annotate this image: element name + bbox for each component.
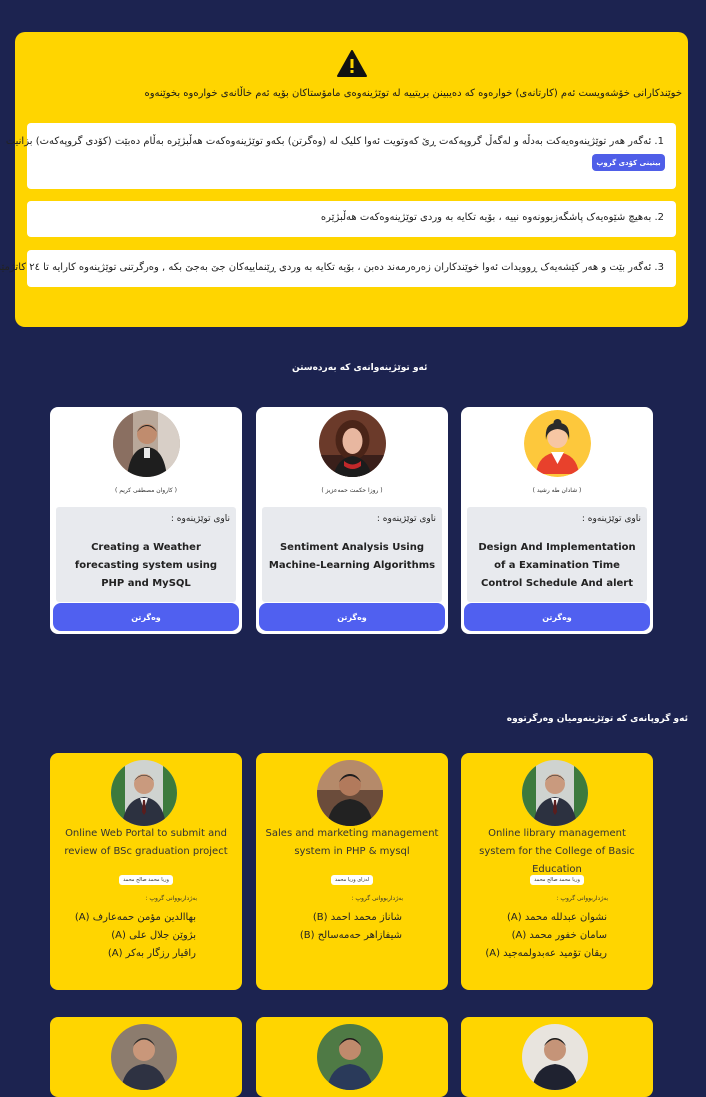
research-title: Online Web Portal to submit and review o… [64,828,228,857]
supervisor-badge: وريا محمد صالح محمد [50,866,242,885]
group-card [50,1017,242,1097]
research-label: ناوی توێژینەوە : [170,514,230,524]
members-label: بەژداربووانی گروپ : [556,895,608,902]
member-name: سامان خفور محمد (A) [511,930,607,941]
research-title: Sentiment Analysis Using Machine-Learnin… [268,542,436,571]
supervisor-name: وريا محمد صالح محمد [530,875,584,885]
group-card: Sales and marketing management system in… [256,753,448,990]
member-name: بژوێن جلال علی (A) [111,930,196,941]
research-card: ( شادان طه رشيد ) ناوی توێژینەوە : Desig… [461,407,653,634]
research-info: ناوی توێژینەوە : Creating a Weather fore… [56,507,236,602]
supervisor-name: ( روزا حكمت حمەعزيز ) [321,487,383,494]
avatar [317,1024,383,1090]
avatar [111,1024,177,1090]
member-name: راقيار رزگار بەکر (A) [107,948,196,959]
rule-3: 3. ئەگەر بێت و هەر کێشەیەک ڕوویدات ئەوا … [0,250,676,287]
avatar [111,760,177,826]
member-list: شاناز محمد احمد (B) شیفازاهر حەمەسالح (B… [300,909,402,945]
member-name: شاناز محمد احمد (B) [312,912,402,923]
research-title: Design And Implementation of a Examinati… [478,542,636,589]
group-card: Online library management system for the… [461,753,653,990]
available-section-title: ئەو توێژینەوانەی کە بەردەستن [292,363,428,373]
research-info: ناوی توێژینەوە : Sentiment Analysis Usin… [262,507,442,602]
group-card [461,1017,653,1097]
research-title: Sales and marketing management system in… [265,828,439,857]
member-name: بهاالدين مؤمن حمەعارف (A) [74,912,196,923]
research-info: ناوی توێژینەوە : Design And Implementati… [467,507,647,602]
member-name: نشوان عبدللە محمد (A) [507,912,607,923]
avatar [319,410,386,477]
supervisor-name: لەزای وريا محمد [330,875,374,885]
avatar [522,1024,588,1090]
member-name: ريقان تۆميد عەبدولمەجيد (A) [485,948,607,959]
research-title: Creating a Weather forecasting system us… [74,542,218,589]
research-label: ناوی توێژینەوە : [581,514,641,524]
take-research-button[interactable]: وەگرتن [464,603,650,631]
take-research-button[interactable]: وەگرتن [53,603,239,631]
supervisor-name: ( شادان طه رشيد ) [532,487,582,494]
notice-intro: خوێندکارانی خۆشەویست ئەم (کارتانەی) خوار… [144,88,682,99]
research-card: ( كاروان مصطفى كريم ) ناوی توێژینەوە : C… [50,407,242,634]
supervisor-badge: وريا محمد صالح محمد [461,866,653,885]
rule-2-text: 2. بەهیچ شێوەیەک پاشگەزبوونەوە نییە ، بۆ… [320,212,664,223]
members-label: بەژداربووانی گروپ : [351,895,403,902]
rule-2: 2. بەهیچ شێوەیەک پاشگەزبوونەوە نییە ، بۆ… [27,201,676,237]
notice-panel: خوێندکارانی خۆشەویست ئەم (کارتانەی) خوار… [0,32,688,327]
research-card: ( روزا حكمت حمەعزيز ) ناوی توێژینەوە : S… [256,407,448,634]
supervisor-name: ( كاروان مصطفى كريم ) [114,487,178,494]
view-group-code-button[interactable]: بینینی کۆدی گروپ [592,154,665,171]
group-card: Online Web Portal to submit and review o… [50,753,242,990]
taken-section-title: ئەو گروپانەی کە توێژینەومیان وەرگرتووە [506,714,688,724]
members-label: بەژداربووانی گروپ : [145,895,197,902]
member-list: بهاالدين مؤمن حمەعارف (A) بژوێن جلال علی… [75,909,196,963]
member-name: شیفازاهر حەمەسالح (B) [299,930,402,941]
rule-1: 1. ئەگەر هەر توێژینەوەیەکت بەدڵە و لەگەڵ… [6,123,676,189]
avatar [524,410,591,477]
avatar [522,760,588,826]
rule-1-text: 1. ئەگەر هەر توێژینەوەیەکت بەدڵە و لەگەڵ… [5,136,664,147]
research-label: ناوی توێژینەوە : [376,514,436,524]
member-list: نشوان عبدللە محمد (A) سامان خفور محمد (A… [485,909,607,963]
supervisor-name: وريا محمد صالح محمد [119,875,173,885]
group-card [256,1017,448,1097]
rule-3-text: 3. ئەگەر بێت و هەر کێشەیەک ڕوویدات ئەوا … [0,262,664,273]
warning-icon [337,50,367,77]
take-research-button[interactable]: وەگرتن [259,603,445,631]
avatar [317,760,383,826]
supervisor-badge: لەزای وريا محمد [256,866,448,885]
avatar [113,410,180,477]
